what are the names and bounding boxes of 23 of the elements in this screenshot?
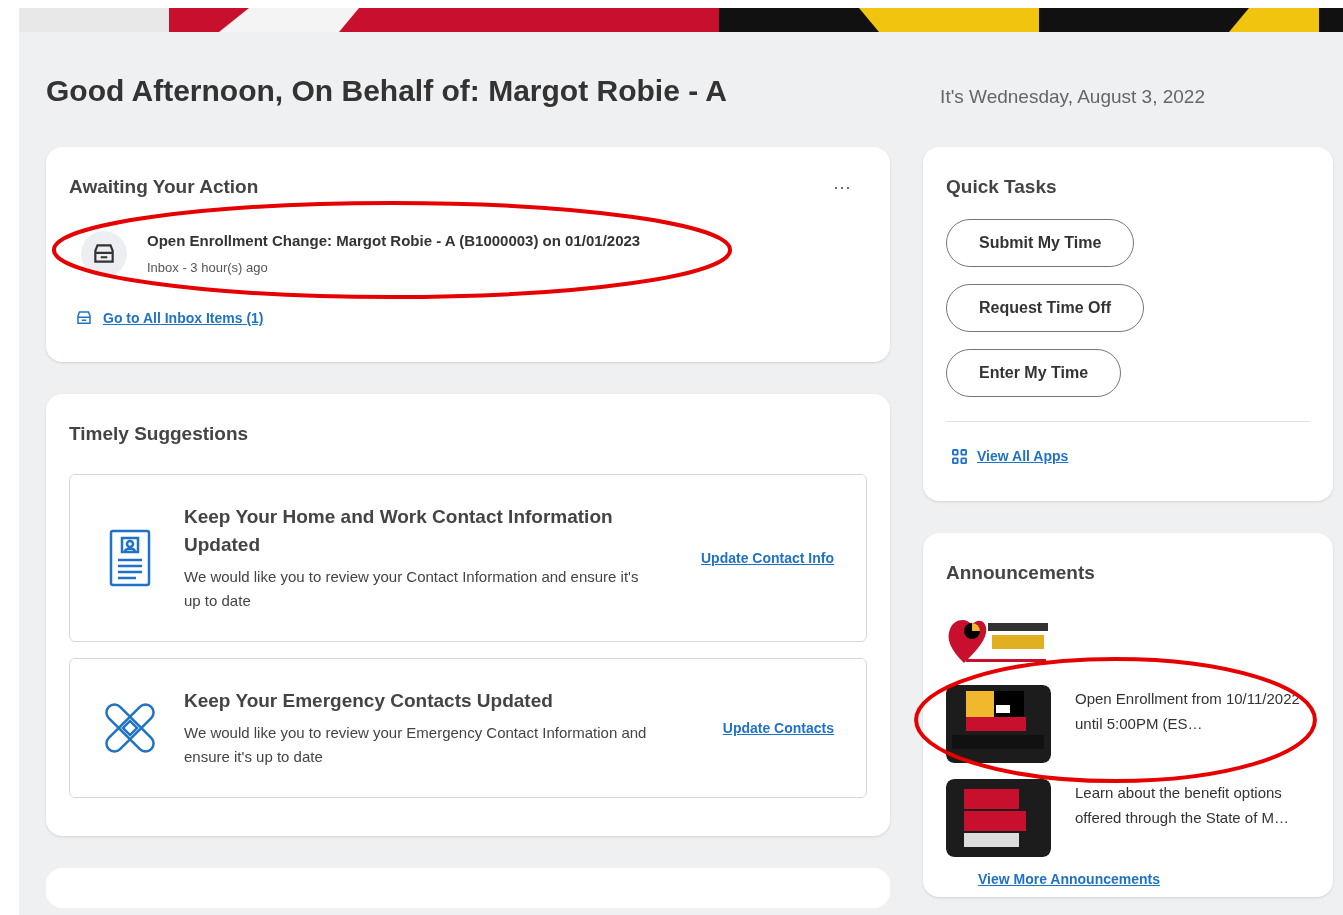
card-title: Quick Tasks [946,175,1058,199]
date-text: It's Wednesday, August 3, 2022 [940,84,1205,109]
suggestion-link[interactable]: Update Contacts [722,717,834,739]
more-button[interactable]: ··· [833,173,851,202]
suggestion-text: We would like you to review your Emergency Contact Information and ensure it's up to date [184,723,648,767]
greeting-heading: Good Afternoon, On Behalf of: Margot Robie - A [46,73,728,109]
suggestion-title: Keep Your Home and Work Contact Information Updated [184,505,614,557]
grid-icon [952,448,967,464]
suggestion-link[interactable]: Update Contact Info [701,547,834,569]
bandage-icon [102,700,158,756]
announcements-link[interactable]: View More Announcements [978,871,1310,887]
inbox-icon [75,309,93,327]
card-title: Timely Suggestions [69,421,250,446]
card-title: Awaiting Your Action [69,175,259,199]
suggestion-text: We would like you to review your Contact Information and ensure it's up to date [184,567,640,611]
inbox-link[interactable]: Go to All Inbox Items (1) [75,307,264,329]
card-title: Announcements [946,560,1096,585]
task-meta: Inbox - 3 hour(s) ago [147,259,269,277]
apps-link[interactable]: View All Apps [952,445,1069,467]
task-title[interactable]: Open Enrollment Change: Margot Robie - A (B1000003) on 01/01/2023 [147,229,641,252]
suggestion-title: Keep Your Emergency Contacts Updated [184,689,554,713]
announcement-text[interactable]: Learn about the benefit options offered through the State of M… [1075,779,1303,830]
contact-card-icon [109,529,151,587]
